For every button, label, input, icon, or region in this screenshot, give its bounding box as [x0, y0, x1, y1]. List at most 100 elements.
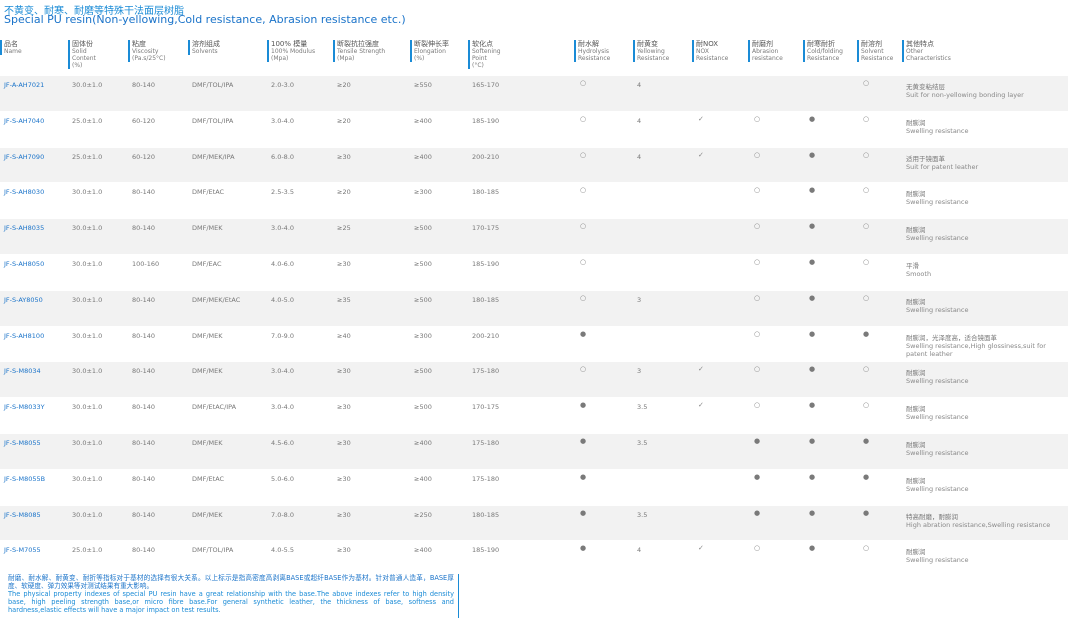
cell-sp: 165-170 [472, 81, 500, 89]
open-circle-icon: ○ [754, 222, 761, 231]
header-label-en: Resistance [696, 55, 729, 62]
cell-ts: ≥30 [337, 438, 351, 447]
cell-sp: 185-190 [472, 546, 500, 555]
cell-mod: 3.0-4.0 [271, 403, 295, 412]
cell-other: 适用于镜面革 Suit for patent leather [906, 153, 1056, 171]
open-circle-icon: ○ [754, 186, 761, 195]
cell-solv: DMF/MEK [192, 331, 223, 340]
header-label-en: Viscosity [132, 48, 159, 55]
header-label-en: (Mpa) [271, 55, 289, 62]
cell-visc: 80-140 [132, 474, 156, 483]
filled-circle-icon: ● [809, 472, 816, 481]
cell-ts: ≥30 [337, 403, 351, 412]
filled-circle-icon: ● [863, 329, 870, 338]
cell-name: JF-S-M8033Y [4, 403, 45, 412]
cell-yel: 4 [637, 546, 642, 555]
footnote-cn: 耐磨、耐水解、耐黄变、耐折等指标对于基材的选择有很大关系。以上标示是指高密度高剥… [8, 574, 454, 590]
open-circle-icon: ○ [580, 257, 587, 266]
open-circle-icon: ○ [863, 186, 870, 195]
page-title-en: Special PU resin(Non-yellowing,Cold resi… [4, 13, 406, 26]
header-label-cn: 耐溶剂 [861, 40, 882, 48]
filled-circle-icon: ● [809, 293, 816, 302]
header-yel: 耐黄变 Yellowing Resistance [633, 40, 669, 62]
other-en: Swelling resistance [906, 126, 969, 135]
header-sp: 软化点 Softening Point (°C) [468, 40, 501, 69]
footnote-en: The physical property indexes of special… [8, 590, 454, 614]
other-cn: 耐膨润 [906, 369, 926, 378]
cell-other: 耐膨润，光泽度高，适合镜面革 Swelling resistance,High g… [906, 332, 1056, 358]
cell-ts: ≥30 [337, 474, 351, 483]
header-label-en: Resistance [637, 55, 670, 62]
other-cn: 耐膨润 [906, 440, 926, 449]
cell-ts: ≥20 [337, 116, 351, 125]
resin-table: JF-A-AH7021 30.0±1.0 80-140 DMF/TOL/IPA 2.0-… [0, 76, 1070, 578]
open-circle-icon: ○ [863, 79, 870, 87]
cell-ts: ≥30 [337, 152, 351, 161]
cell-solid: 30.0±1.0 [72, 403, 103, 412]
cell-mod: 5.0-6.0 [271, 474, 295, 483]
cell-el: ≥400 [414, 474, 432, 483]
other-cn: 耐膨润 [906, 118, 926, 127]
cell-visc: 80-140 [132, 403, 156, 412]
checkmark-icon: ✓ [698, 150, 704, 159]
open-circle-icon: ○ [580, 293, 587, 302]
open-circle-icon: ○ [754, 365, 761, 374]
cell-mod: 4.0-5.5 [271, 546, 295, 555]
other-en: High abration resistance,Swelling resist… [906, 520, 1051, 529]
cell-mod: 4.0-5.0 [271, 295, 295, 304]
cell-el: ≥500 [414, 403, 432, 412]
cell-visc: 60-120 [132, 116, 156, 125]
header-label-cn: 软化点 [472, 40, 493, 48]
table-row: JF-S-AH7040 25.0±1.0 60-120 DMF/TOL/IPA 3.0-… [0, 112, 1068, 148]
header-label-cn: 粘度 [132, 40, 146, 48]
open-circle-icon: ○ [754, 544, 761, 553]
cell-solv: DMF/EtAC [192, 474, 225, 483]
cell-solv: DMF/TOL/IPA [192, 546, 234, 555]
other-cn: 耐膨润 [906, 190, 926, 199]
open-circle-icon: ○ [754, 150, 761, 159]
header-cold: 耐寒耐折 Cold/folding Resistance [803, 40, 843, 62]
cell-solid: 25.0±1.0 [72, 116, 103, 125]
header-label-en: (Mpa) [337, 55, 355, 62]
cell-ts: ≥30 [337, 259, 351, 268]
filled-circle-icon: ● [809, 436, 816, 445]
cell-sp: 185-190 [472, 259, 500, 268]
cell-visc: 80-140 [132, 367, 156, 376]
cell-other: 平滑 Smooth [906, 260, 1056, 278]
cell-name: JF-S-M8085 [4, 510, 41, 519]
header-label-en: Content [72, 55, 96, 62]
header-label-en: Solid [72, 48, 87, 55]
cell-solid: 30.0±1.0 [72, 367, 103, 376]
table-header: 品名 Name 固体份 Solid Content (%) 粘度 Viscosity (Pa.s… [0, 40, 1070, 74]
cell-other: 耐膨润 Swelling resistance [906, 188, 1056, 206]
cell-other: 耐膨润 Swelling resistance [906, 403, 1056, 421]
cell-name: JF-S-M8055B [4, 474, 46, 483]
cell-solid: 30.0±1.0 [72, 81, 103, 89]
filled-circle-icon: ● [580, 401, 587, 410]
other-en: Swelling resistance [906, 484, 969, 493]
header-label-en: Solvent [861, 48, 884, 55]
cell-mod: 2.0-3.0 [271, 81, 295, 89]
header-label-cn: 其他特点 [906, 40, 934, 48]
header-ts: 断裂抗拉强度 Tensile Strength (Mpa) [333, 40, 385, 62]
table-row: JF-S-M8055 30.0±1.0 80-140 DMF/MEK 4.5-6.0 ≥3… [0, 433, 1068, 470]
other-cn: 耐膨润 [906, 476, 926, 485]
cell-name: JF-S-AH8100 [4, 331, 45, 340]
open-circle-icon: ○ [863, 257, 870, 266]
header-visc: 粘度 Viscosity (Pa.s/25°C) [128, 40, 166, 62]
open-circle-icon: ○ [863, 401, 870, 410]
header-label-en: Point [472, 55, 487, 62]
cell-el: ≥400 [414, 438, 432, 447]
filled-circle-icon: ● [809, 150, 816, 159]
header-other: 其他特点 Other Characteristics [902, 40, 951, 62]
cell-ts: ≥20 [337, 188, 351, 197]
cell-yel: 3 [637, 295, 642, 304]
cell-visc: 80-140 [132, 331, 156, 340]
cell-other: 耐膨润 Swelling resistance [906, 367, 1056, 385]
cell-el: ≥400 [414, 116, 432, 125]
other-en: Swelling resistance [906, 448, 969, 457]
header-label-en: Characteristics [906, 55, 951, 62]
checkmark-icon: ✓ [698, 544, 704, 553]
checkmark-icon: ✓ [698, 114, 704, 123]
table-row: JF-S-M7055 25.0±1.0 80-140 DMF/TOL/IPA 4.0-5… [0, 541, 1068, 578]
